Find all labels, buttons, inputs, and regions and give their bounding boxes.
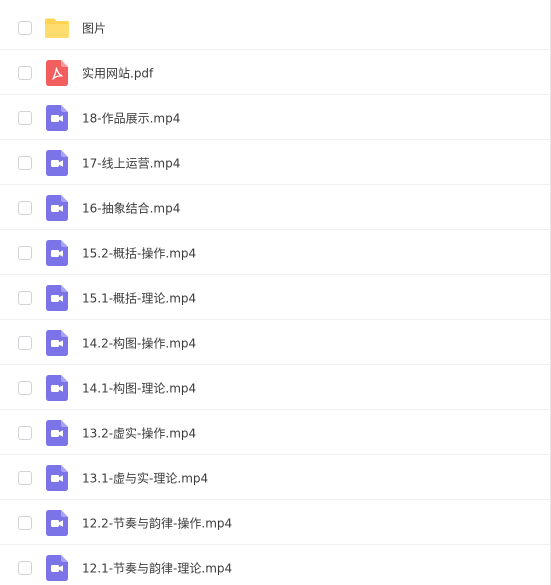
folder-icon [44,17,70,39]
video-icon [46,194,68,221]
file-name[interactable]: 15.1-概括-理论.mp4 [82,289,196,306]
file-row[interactable]: 14.2-构图-操作.mp4 [0,320,550,365]
video-icon [46,374,68,401]
file-name[interactable]: 12.1-节奏与韵律-理论.mp4 [82,559,232,576]
file-row[interactable]: 15.2-概括-操作.mp4 [0,230,550,275]
file-name[interactable]: 12.2-节奏与韵律-操作.mp4 [82,514,232,531]
file-name[interactable]: 15.2-概括-操作.mp4 [82,244,196,261]
select-checkbox[interactable] [18,470,32,485]
video-icon [46,149,68,176]
file-row[interactable]: 17-线上运营.mp4 [0,140,550,185]
file-row[interactable]: 15.1-概括-理论.mp4 [0,275,550,320]
select-checkbox[interactable] [18,425,32,440]
file-name[interactable]: 18-作品展示.mp4 [82,109,180,126]
video-icon [46,239,68,266]
select-checkbox[interactable] [18,200,32,215]
file-name[interactable]: 13.1-虚与实-理论.mp4 [82,469,208,486]
file-row[interactable]: 13.2-虚实-操作.mp4 [0,410,550,455]
file-row[interactable]: 12.2-节奏与韵律-操作.mp4 [0,500,550,545]
file-name[interactable]: 16-抽象结合.mp4 [82,199,180,216]
video-icon [46,329,68,356]
file-name[interactable]: 14.2-构图-操作.mp4 [82,334,196,351]
file-row[interactable]: 12.1-节奏与韵律-理论.mp4 [0,545,550,585]
select-checkbox[interactable] [18,110,32,125]
file-row[interactable]: 图片 [0,5,550,50]
file-name[interactable]: 实用网站.pdf [82,64,153,81]
select-checkbox[interactable] [18,515,32,530]
file-row[interactable]: 14.1-构图-理论.mp4 [0,365,550,410]
select-checkbox[interactable] [18,245,32,260]
select-checkbox[interactable] [18,380,32,395]
select-checkbox[interactable] [18,560,32,575]
file-name[interactable]: 13.2-虚实-操作.mp4 [82,424,196,441]
pdf-icon [46,59,68,86]
file-row[interactable]: 16-抽象结合.mp4 [0,185,550,230]
video-icon [46,464,68,491]
video-icon [46,284,68,311]
file-name[interactable]: 17-线上运营.mp4 [82,154,180,171]
select-checkbox[interactable] [18,155,32,170]
select-checkbox[interactable] [18,335,32,350]
file-list: 图片实用网站.pdf 18-作品展示.mp4 17-线上运营.mp4 16-抽象结合.… [0,0,551,585]
video-icon [46,554,68,581]
file-row[interactable]: 18-作品展示.mp4 [0,95,550,140]
select-checkbox[interactable] [18,65,32,80]
file-row[interactable]: 13.1-虚与实-理论.mp4 [0,455,550,500]
video-icon [46,104,68,131]
video-icon [46,419,68,446]
select-checkbox[interactable] [18,20,32,35]
video-icon [46,509,68,536]
file-name[interactable]: 图片 [82,19,106,36]
select-checkbox[interactable] [18,290,32,305]
file-name[interactable]: 14.1-构图-理论.mp4 [82,379,196,396]
file-row[interactable]: 实用网站.pdf [0,50,550,95]
